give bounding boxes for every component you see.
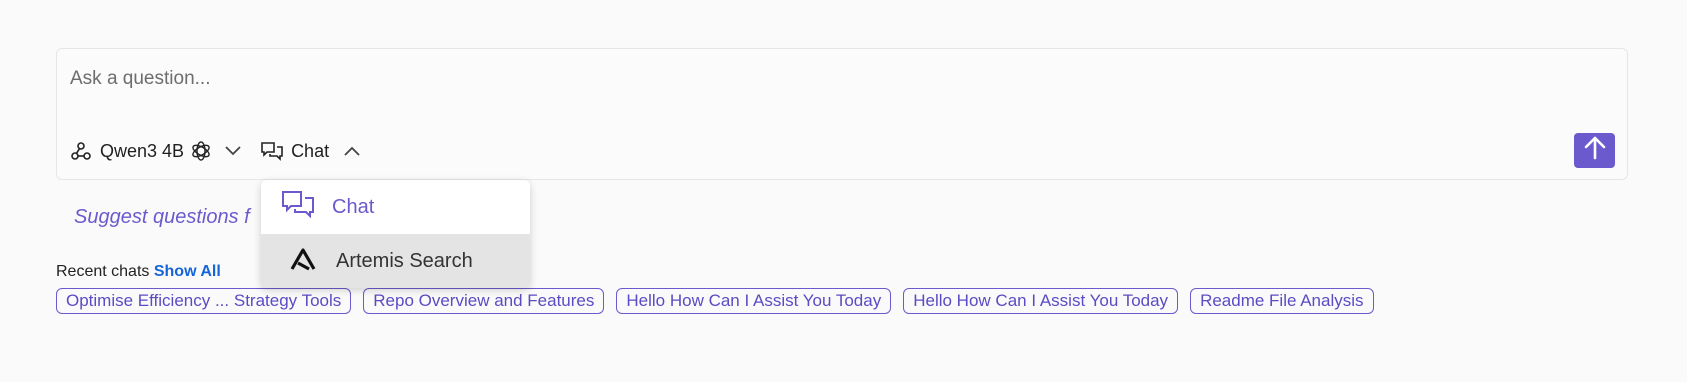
recent-chat-chip[interactable]: Hello How Can I Assist You Today (616, 288, 892, 314)
mode-selector[interactable]: Chat (260, 141, 361, 162)
menu-item-artemis-search[interactable]: Artemis Search (261, 234, 530, 288)
show-all-link[interactable]: Show All (154, 263, 221, 280)
recent-chat-chip[interactable]: Hello How Can I Assist You Today (903, 288, 1179, 314)
chat-bubbles-icon (260, 141, 284, 161)
mode-dropdown-menu: Chat Artemis Search (261, 180, 530, 288)
chat-bubbles-icon (281, 190, 315, 225)
menu-item-chat[interactable]: Chat (261, 180, 530, 234)
question-input[interactable]: Ask a question... (70, 68, 210, 90)
model-selector[interactable]: Qwen3 4B (71, 140, 242, 162)
recent-chats-label: Recent chats (56, 263, 150, 280)
recent-chats-header: Recent chats Show All (56, 263, 221, 281)
menu-item-label: Artemis Search (336, 249, 473, 272)
openai-logo-icon (190, 140, 212, 162)
composer: Ask a question... Qwen3 4B Chat (56, 48, 1628, 180)
recent-chat-chip[interactable]: Readme File Analysis (1190, 288, 1374, 314)
chevron-down-icon[interactable] (224, 145, 242, 157)
recent-chat-chip[interactable]: Optimise Efficiency ... Strategy Tools (56, 288, 352, 314)
recent-chat-chip[interactable]: Repo Overview and Features (363, 288, 605, 314)
arrow-up-icon (1584, 135, 1606, 166)
menu-item-label: Chat (332, 195, 375, 218)
composer-toolbar: Qwen3 4B Chat (71, 135, 361, 167)
suggest-questions-link[interactable]: Suggest questions f (74, 206, 250, 229)
send-button[interactable] (1574, 133, 1615, 168)
chevron-up-icon[interactable] (343, 145, 361, 157)
model-label: Qwen3 4B (100, 140, 185, 161)
artemis-logo-icon (290, 247, 316, 276)
recent-chats-list: Optimise Efficiency ... Strategy Tools R… (56, 288, 1374, 314)
mode-label: Chat (291, 140, 330, 161)
model-nodes-icon (71, 141, 91, 161)
